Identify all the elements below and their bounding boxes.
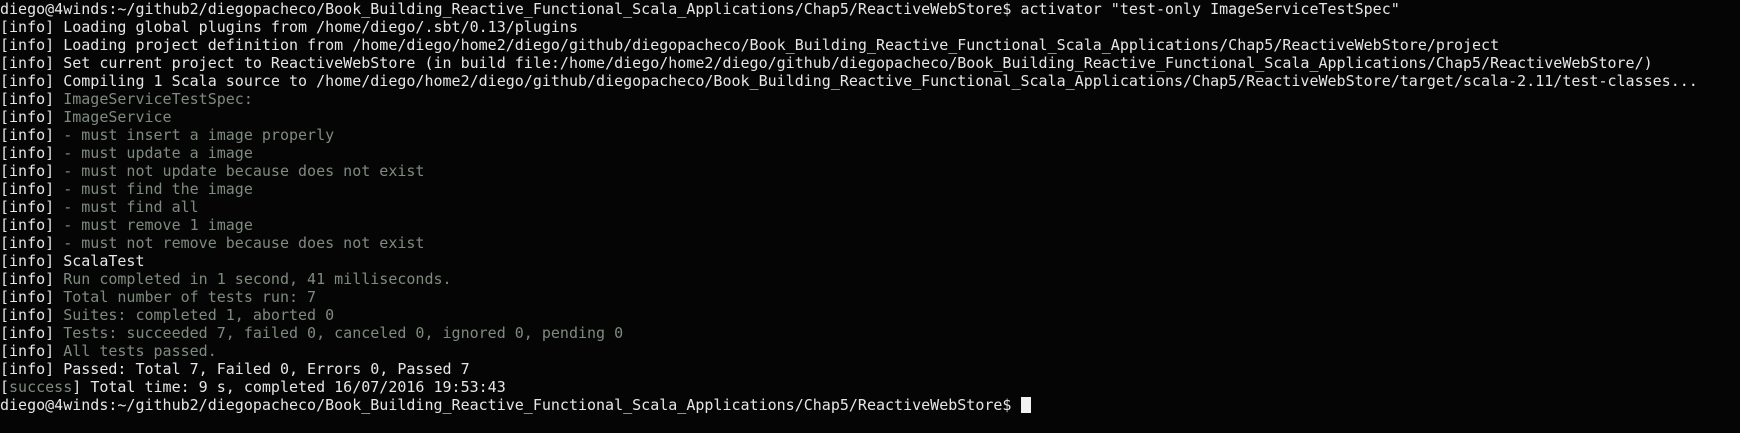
line-text: Loading project definition from /home/di… [63, 36, 1500, 54]
line-prefix: [info] [0, 324, 64, 342]
terminal-line: [info] - must remove 1 image [0, 216, 1740, 234]
terminal-line: [info] Total number of tests run: 7 [0, 288, 1740, 306]
terminal-line: [info] Passed: Total 7, Failed 0, Errors… [0, 360, 1740, 378]
prompt-command-line: diego@4winds:~/github2/diegopacheco/Book… [0, 0, 1400, 18]
line-text: - must insert a image properly [63, 126, 335, 144]
line-text: - must update a image [63, 144, 253, 162]
terminal-line: [info] - must find the image [0, 180, 1740, 198]
terminal-line: [info] - must find all [0, 198, 1740, 216]
line-prefix: [info] [0, 234, 64, 252]
line-text: ScalaTest [63, 252, 145, 270]
line-text: Suites: completed 1, aborted 0 [63, 306, 335, 324]
line-text: - must find the image [63, 180, 253, 198]
line-text: - must find all [63, 198, 199, 216]
line-text: Total number of tests run: 7 [63, 288, 317, 306]
terminal-line: [info] Run completed in 1 second, 41 mil… [0, 270, 1740, 288]
terminal-line: [info] Set current project to ReactiveWe… [0, 54, 1740, 72]
terminal-line: [info] - must not remove because does no… [0, 234, 1740, 252]
line-text: - must remove 1 image [63, 216, 253, 234]
line-text: Tests: succeeded 7, failed 0, canceled 0… [63, 324, 624, 342]
line-text: - must not remove because does not exist [63, 234, 425, 252]
terminal-line: [info] Suites: completed 1, aborted 0 [0, 306, 1740, 324]
terminal-line: [info] ScalaTest [0, 252, 1740, 270]
line-prefix: [info] [0, 72, 64, 90]
line-prefix: [info] [0, 126, 64, 144]
terminal-line: [info] ImageService [0, 108, 1740, 126]
line-prefix: [ [0, 378, 10, 396]
line-prefix: [info] [0, 54, 64, 72]
line-text: Passed: Total 7, Failed 0, Errors 0, Pas… [63, 360, 470, 378]
line-text: All tests passed. [63, 342, 217, 360]
line-text: Loading global plugins from /home/diego/… [63, 18, 578, 36]
line-prefix: [info] [0, 90, 64, 108]
line-prefix: [info] [0, 306, 64, 324]
line-text: Total time: 9 s, completed 16/07/2016 19… [90, 378, 506, 396]
terminal-line: [info] Tests: succeeded 7, failed 0, can… [0, 324, 1740, 342]
terminal-line: [info] Compiling 1 Scala source to /home… [0, 72, 1740, 90]
line-prefix: [info] [0, 216, 64, 234]
line-text: Compiling 1 Scala source to /home/diego/… [63, 72, 1698, 90]
terminal-line: diego@4winds:~/github2/diegopacheco/Book… [0, 0, 1740, 18]
line-prefix: [info] [0, 108, 64, 126]
line-prefix: [info] [0, 252, 64, 270]
terminal-line: [info] Loading project definition from /… [0, 36, 1740, 54]
line-prefix: [info] [0, 270, 64, 288]
line-prefix: [info] [0, 144, 64, 162]
terminal-line: [info] - must update a image [0, 144, 1740, 162]
line-prefix: [info] [0, 342, 64, 360]
line-text: Run completed in 1 second, 41 millisecon… [63, 270, 452, 288]
line-prefix-end: ] [72, 378, 91, 396]
line-text: Set current project to ReactiveWebStore … [63, 54, 1653, 72]
line-prefix: [info] [0, 18, 64, 36]
terminal-line[interactable]: diego@4winds:~/github2/diegopacheco/Book… [0, 396, 1740, 414]
success-tag: success [9, 378, 73, 396]
line-prefix: [info] [0, 198, 64, 216]
terminal-line: [success] Total time: 9 s, completed 16/… [0, 378, 1740, 396]
line-text: - must not update because does not exist [63, 162, 425, 180]
terminal-line: [info] - must insert a image properly [0, 126, 1740, 144]
terminal-line: [info] ImageServiceTestSpec: [0, 90, 1740, 108]
line-prefix: [info] [0, 180, 64, 198]
line-prefix: [info] [0, 162, 64, 180]
line-text: ImageServiceTestSpec: [63, 90, 253, 108]
terminal-line: [info] All tests passed. [0, 342, 1740, 360]
terminal-window[interactable]: diego@4winds:~/github2/diegopacheco/Book… [0, 0, 1740, 433]
terminal-line: [info] Loading global plugins from /home… [0, 18, 1740, 36]
text-cursor[interactable] [1021, 397, 1032, 413]
line-prefix: [info] [0, 360, 64, 378]
line-prefix: [info] [0, 288, 64, 306]
terminal-line: [info] - must not update because does no… [0, 162, 1740, 180]
prompt-line: diego@4winds:~/github2/diegopacheco/Book… [0, 396, 1021, 414]
line-text: ImageService [63, 108, 172, 126]
line-prefix: [info] [0, 36, 64, 54]
